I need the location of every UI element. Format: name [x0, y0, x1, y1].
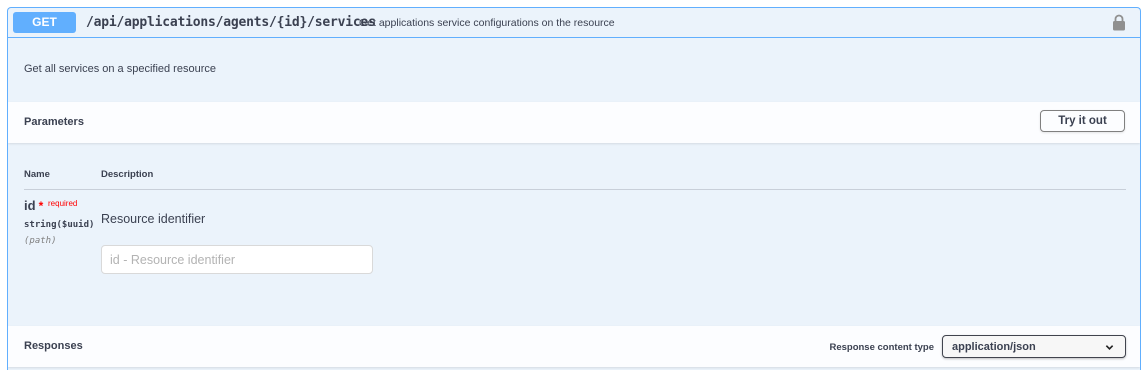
operation-description: Get all services on a specified resource — [24, 63, 216, 75]
response-content-type-label: Response content type — [829, 342, 934, 353]
id-input[interactable] — [101, 245, 373, 274]
parameter-type: string($uuid) — [24, 220, 95, 230]
try-it-out-button[interactable]: Try it out — [1040, 110, 1125, 132]
lock-icon[interactable] — [1112, 14, 1126, 31]
parameter-location: (path) — [24, 236, 57, 246]
operation-summary-text: Get applications service configurations … — [359, 17, 615, 29]
column-header-name: Name — [24, 169, 50, 180]
required-star: * — [38, 199, 44, 213]
response-content-type-value: application/json — [952, 341, 1036, 353]
operation-summary[interactable]: GET /api/applications/agents/{id}/servic… — [8, 8, 1140, 38]
parameters-header: Parameters Try it out — [8, 102, 1140, 143]
operation-block: GET /api/applications/agents/{id}/servic… — [7, 7, 1141, 370]
response-content-type-select[interactable]: application/json — [942, 335, 1126, 358]
parameter-name: id * — [24, 198, 43, 213]
column-header-description: Description — [101, 169, 154, 180]
required-label: required — [48, 199, 78, 208]
operation-path: /api/applications/agents/{id}/services — [86, 15, 376, 30]
responses-title: Responses — [24, 340, 83, 352]
method-badge: GET — [13, 12, 76, 33]
chevron-down-icon — [1105, 345, 1114, 350]
parameters-title: Parameters — [24, 116, 84, 128]
parameter-name-text: id — [24, 198, 36, 213]
table-divider — [24, 189, 1126, 190]
parameter-description: Resource identifier — [101, 212, 206, 226]
